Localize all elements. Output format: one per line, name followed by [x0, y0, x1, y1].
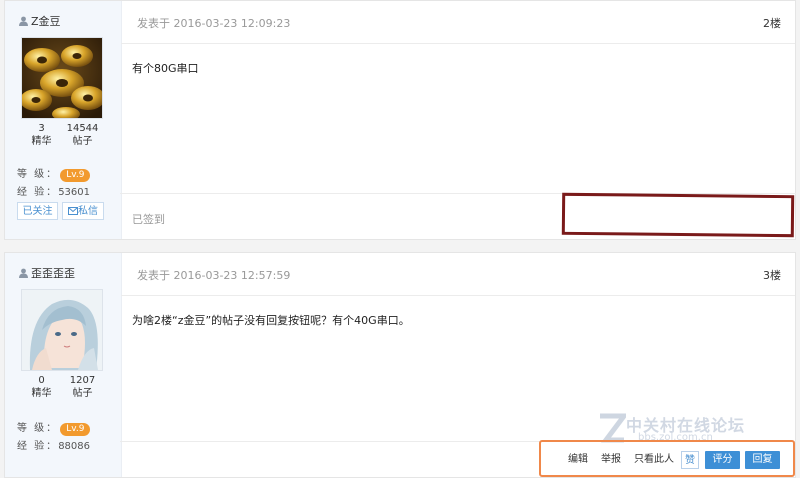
- rate-button[interactable]: 评分: [705, 451, 740, 469]
- post-time: 发表于 2016-03-23 12:57:59: [137, 269, 291, 282]
- message-button[interactable]: 私信: [62, 202, 104, 220]
- user-icon: [19, 268, 28, 278]
- floor-number: 3楼: [763, 269, 781, 282]
- post-header: 发表于 2016-03-23 12:57:59 3楼: [121, 253, 795, 296]
- user-icon: [19, 16, 28, 26]
- post-count-stat[interactable]: 1207 帖子: [62, 375, 103, 400]
- reply-button[interactable]: 回复: [745, 451, 780, 469]
- essence-stat[interactable]: 0 精华: [21, 375, 62, 400]
- post-content: 有个80G串口: [132, 62, 199, 75]
- author-sidebar: 歪歪歪歪 0 精华 1207 帖子 等 级： Lv.9 经 验：88086: [5, 253, 122, 477]
- report-button[interactable]: 举报: [597, 451, 625, 469]
- post-count-stat[interactable]: 14544 帖子: [62, 123, 103, 148]
- avatar-anime-girl-image: [22, 290, 102, 370]
- author-name[interactable]: 歪歪歪歪: [19, 265, 75, 281]
- exp-row: 经 验：88086: [17, 441, 90, 452]
- signed-status: 已签到: [132, 213, 165, 226]
- like-button[interactable]: 赞: [681, 451, 699, 469]
- avatar-gold-coins-image: [22, 38, 102, 118]
- post-time: 发表于 2016-03-23 12:09:23: [137, 17, 291, 30]
- exp-value: 53601: [58, 187, 90, 198]
- follow-button[interactable]: 已关注: [17, 202, 58, 220]
- avatar[interactable]: [21, 289, 103, 371]
- post-header: 发表于 2016-03-23 12:09:23 2楼: [121, 1, 795, 44]
- annotation-red-box: [561, 192, 795, 238]
- author-name[interactable]: Z金豆: [19, 13, 61, 29]
- level-row: 等 级： Lv.9: [17, 165, 91, 182]
- exp-row: 经 验：53601: [17, 187, 90, 198]
- level-row: 等 级： Lv.9: [17, 419, 91, 436]
- envelope-icon: [68, 207, 78, 215]
- essence-stat[interactable]: 3 精华: [21, 123, 62, 148]
- edit-button[interactable]: 编辑: [564, 451, 592, 469]
- level-badge: Lv.9: [60, 169, 91, 182]
- exp-value: 88086: [58, 441, 90, 452]
- floor-number: 2楼: [763, 17, 781, 30]
- level-badge: Lv.9: [60, 423, 91, 436]
- only-author-button[interactable]: 只看此人: [630, 451, 678, 469]
- post-content: 为啥2楼“z金豆”的帖子没有回复按钮呢？有个40G串口。: [132, 314, 410, 327]
- author-sidebar: Z金豆 3 精华 14544 帖子 等 级： Lv.9 经 验：53601 已关…: [5, 1, 122, 239]
- avatar[interactable]: [21, 37, 103, 119]
